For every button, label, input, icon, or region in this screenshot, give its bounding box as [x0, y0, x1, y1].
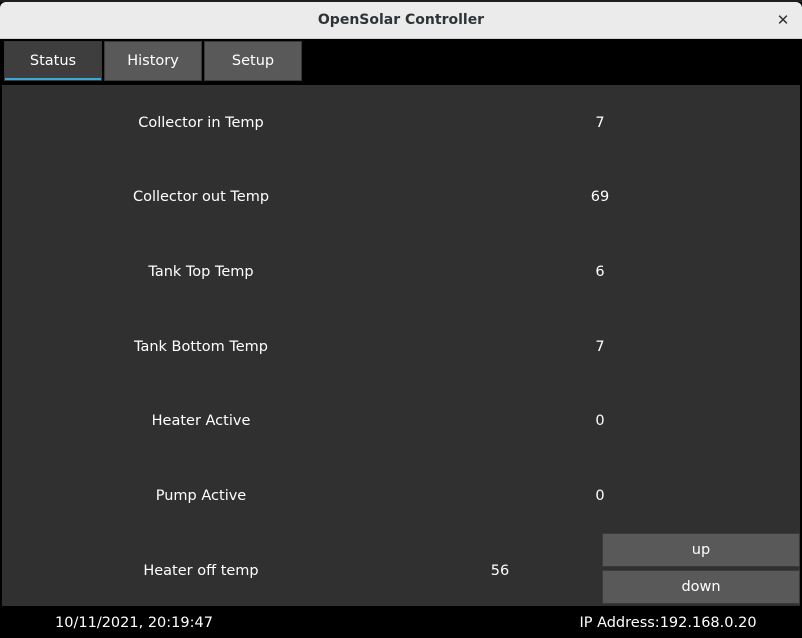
row-value: 7 — [595, 115, 605, 131]
row-label: Collector in Temp — [138, 115, 264, 131]
ip-address-readout: IP Address:192.168.0.20 — [579, 615, 757, 631]
row-label: Heater Active — [151, 413, 251, 429]
tab-history[interactable]: History — [104, 41, 202, 81]
tab-setup[interactable]: Setup — [204, 41, 302, 81]
row-label: Pump Active — [155, 488, 247, 504]
title-bar[interactable]: OpenSolar Controller ✕ — [0, 2, 802, 39]
row-value: 0 — [595, 488, 605, 504]
status-row-collector-in: Collector in Temp 7 — [2, 108, 800, 138]
row-label: Tank Bottom Temp — [134, 339, 268, 355]
row-label: Collector out Temp — [132, 189, 270, 205]
heater-off-temp-value: 56 — [490, 563, 510, 579]
status-row-heater-active: Heater Active 0 — [2, 406, 800, 436]
status-panel: Collector in Temp 7 Collector out Temp 6… — [2, 85, 800, 606]
tab-bar: Status History Setup — [0, 40, 802, 82]
datetime-readout: 10/11/2021, 20:19:47 — [55, 615, 213, 631]
app-window: OpenSolar Controller ✕ Status History Se… — [0, 0, 802, 638]
status-row-tank-top: Tank Top Temp 6 — [2, 257, 800, 287]
status-row-pump-active: Pump Active 0 — [2, 481, 800, 511]
close-icon[interactable]: ✕ — [774, 11, 792, 29]
row-value: 6 — [595, 264, 605, 280]
status-row-tank-bottom: Tank Bottom Temp 7 — [2, 332, 800, 362]
row-value: 0 — [595, 413, 605, 429]
status-row-collector-out: Collector out Temp 69 — [2, 182, 800, 212]
row-value: 69 — [590, 189, 610, 205]
row-value: 7 — [595, 339, 605, 355]
down-button[interactable]: down — [602, 570, 800, 604]
tab-status[interactable]: Status — [4, 41, 102, 81]
window-title: OpenSolar Controller — [317, 12, 485, 28]
status-bar: 10/11/2021, 20:19:47 IP Address:192.168.… — [0, 608, 802, 638]
row-label: Heater off temp — [143, 563, 259, 579]
row-label: Tank Top Temp — [148, 264, 254, 280]
up-button[interactable]: up — [602, 533, 800, 567]
